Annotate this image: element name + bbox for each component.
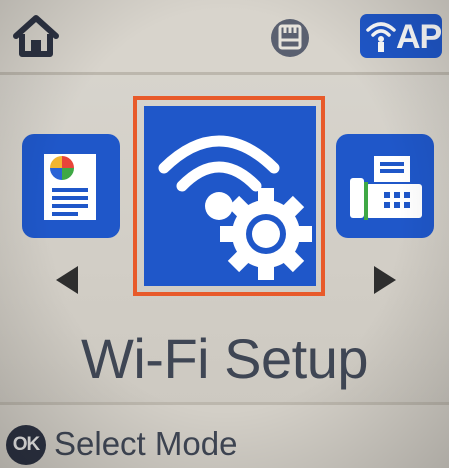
wifi-ap-icon <box>366 22 396 52</box>
ap-badge-label: AP <box>396 18 442 56</box>
menu-item-fax[interactable] <box>336 134 434 238</box>
printer-lcd-screen: AP Wi-Fi Setup OK Select Mode <box>0 0 449 468</box>
ok-button-icon[interactable]: OK <box>6 425 46 465</box>
fax-icon <box>350 156 422 220</box>
next-arrow-icon[interactable] <box>374 266 396 294</box>
status-bar: AP <box>0 0 449 75</box>
wifi-ap-status-badge: AP <box>360 14 442 58</box>
home-icon[interactable] <box>10 10 62 62</box>
menu-item-copy[interactable] <box>22 134 120 238</box>
memory-card-icon <box>268 16 312 60</box>
wifi-setup-gear-icon <box>158 135 312 280</box>
copy-document-icon <box>44 154 96 220</box>
previous-arrow-icon[interactable] <box>56 266 78 294</box>
selected-menu-title: Wi-Fi Setup <box>81 327 369 390</box>
help-bar: OK Select Mode <box>0 402 449 468</box>
ok-icon-label: OK <box>12 434 41 455</box>
help-text: Select Mode <box>54 425 238 462</box>
menu-item-wifi-setup[interactable] <box>144 106 316 286</box>
